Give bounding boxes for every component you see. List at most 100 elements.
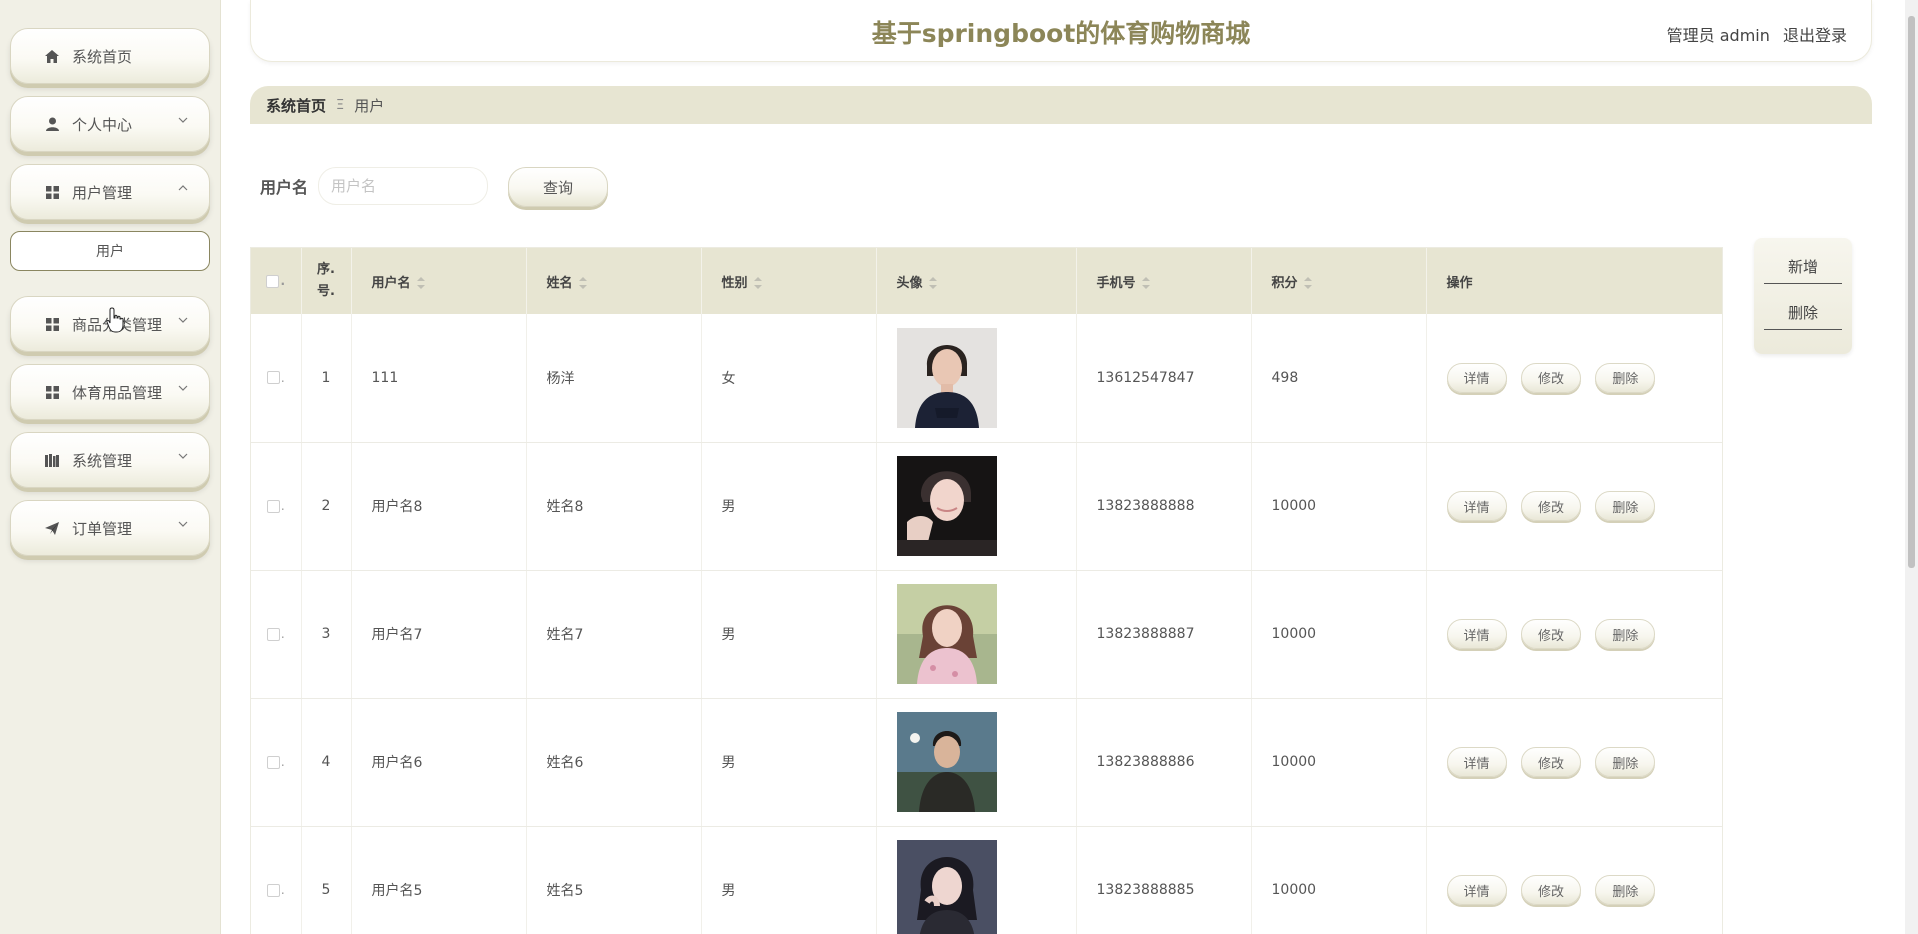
row-username: 用户名7 (351, 570, 527, 699)
row-ops-cell: 详情 修改 删除 (1426, 698, 1722, 827)
row-phone: 13612547847 (1076, 314, 1252, 443)
row-points: 498 (1251, 314, 1427, 443)
column-header-avatar[interactable]: 头像 (876, 248, 1077, 314)
chevron-down-icon (178, 385, 188, 391)
chevron-down-icon (178, 521, 188, 527)
table-row: . 3 用户名7 姓名7 男 13823888887 10000 详情 修改 删… (251, 570, 1722, 699)
row-index: 1 (301, 314, 352, 443)
sort-icon[interactable] (928, 277, 937, 289)
row-gender: 男 (701, 698, 877, 827)
row-checkbox[interactable] (266, 755, 280, 769)
row-checkbox[interactable] (266, 627, 280, 641)
column-header-gender[interactable]: 性别 (701, 248, 877, 314)
sidebar-subitem-user[interactable]: 用户 (10, 231, 210, 271)
avatar-image[interactable] (896, 327, 997, 428)
column-header-label: 用户名 (371, 275, 411, 291)
select-all-cell: . (251, 248, 302, 314)
row-avatar-cell (876, 698, 1077, 827)
row-select-cell: . (251, 314, 302, 443)
row-points: 10000 (1251, 698, 1427, 827)
delete-button[interactable]: 删除 (1595, 875, 1656, 905)
column-header-ops: 操作 (1426, 248, 1722, 314)
row-username: 用户名8 (351, 442, 527, 571)
edit-button[interactable]: 修改 (1520, 619, 1581, 649)
sidebar-item-sports-goods-management[interactable]: 体育用品管理 (10, 364, 210, 420)
row-gender: 女 (701, 314, 877, 443)
sidebar-item-personal-center[interactable]: 个人中心 (10, 96, 210, 152)
username-search-input[interactable] (318, 167, 488, 205)
sort-icon[interactable] (753, 277, 762, 289)
sort-icon[interactable] (1303, 277, 1312, 289)
sort-icon[interactable] (1141, 277, 1150, 289)
row-avatar-cell (876, 570, 1077, 699)
scrollbar-thumb[interactable] (1908, 16, 1915, 568)
sidebar-item-user-management[interactable]: 用户管理 (10, 164, 210, 220)
table-row: . 5 用户名5 姓名5 男 13823888885 10000 详情 修改 删… (251, 826, 1722, 934)
detail-button[interactable]: 详情 (1446, 747, 1507, 777)
avatar-image[interactable] (896, 584, 997, 684)
page-scrollbar[interactable] (1905, 0, 1918, 934)
breadcrumb-separator: Ξ (336, 97, 345, 113)
search-button[interactable]: 查询 (508, 167, 608, 207)
sidebar-item-order-management[interactable]: 订单管理 (10, 500, 210, 556)
delete-button[interactable]: 删除 (1595, 362, 1656, 393)
row-name: 姓名8 (526, 442, 702, 571)
action-panel: 新增 删除 (1754, 238, 1852, 354)
table-row: . 4 用户名6 姓名6 男 13823888886 10000 详情 修改 删… (251, 698, 1722, 827)
row-username: 用户名6 (351, 698, 527, 827)
row-checkbox[interactable] (266, 499, 280, 513)
edit-button[interactable]: 修改 (1520, 747, 1581, 777)
sidebar: 系统首页 个人中心 用户管理 用户 商品分类管理 体育用品管理 (0, 0, 221, 934)
breadcrumb-home[interactable]: 系统首页 (266, 95, 326, 116)
column-header-label: 序.号. (317, 262, 335, 299)
row-points: 10000 (1251, 570, 1427, 699)
detail-button[interactable]: 详情 (1446, 875, 1507, 905)
row-username: 111 (351, 314, 527, 443)
row-points: 10000 (1251, 826, 1427, 934)
row-phone: 13823888888 (1076, 442, 1252, 571)
delete-button[interactable]: 删除 (1595, 491, 1656, 521)
row-select-cell: . (251, 698, 302, 827)
edit-button[interactable]: 修改 (1520, 875, 1581, 905)
avatar-image[interactable] (896, 712, 997, 812)
breadcrumb-current: 用户 (354, 96, 385, 115)
row-ops-cell: 详情 修改 删除 (1426, 826, 1722, 934)
sidebar-item-home[interactable]: 系统首页 (10, 28, 210, 84)
admin-user-label: 管理员 admin (1666, 26, 1770, 45)
column-header-points[interactable]: 积分 (1251, 248, 1427, 314)
row-phone: 13823888887 (1076, 570, 1252, 699)
sort-icon[interactable] (578, 277, 587, 289)
row-index: 5 (301, 826, 352, 934)
row-gender: 男 (701, 570, 877, 699)
column-header-name[interactable]: 姓名 (526, 248, 702, 314)
delete-button[interactable]: 删除 (1595, 747, 1656, 777)
detail-button[interactable]: 详情 (1446, 362, 1507, 393)
edit-button[interactable]: 修改 (1520, 362, 1581, 393)
app-title: 基于springboot的体育购物商城 (871, 19, 1251, 48)
batch-delete-button[interactable]: 删除 (1764, 296, 1842, 330)
select-all-checkbox[interactable] (266, 274, 280, 288)
edit-button[interactable]: 修改 (1520, 491, 1581, 521)
home-icon (44, 48, 60, 64)
sidebar-item-label: 订单管理 (72, 519, 133, 538)
avatar-image[interactable] (896, 456, 997, 556)
add-button[interactable]: 新增 (1764, 250, 1842, 284)
row-avatar-cell (876, 442, 1077, 571)
sidebar-item-label: 用户管理 (72, 183, 133, 202)
sidebar-item-system-management[interactable]: 系统管理 (10, 432, 210, 488)
row-checkbox[interactable] (266, 371, 280, 385)
paper-plane-icon (44, 520, 60, 536)
grid-icon (44, 316, 60, 332)
column-header-phone[interactable]: 手机号 (1076, 248, 1252, 314)
row-avatar-cell (876, 826, 1077, 934)
detail-button[interactable]: 详情 (1446, 491, 1507, 521)
detail-button[interactable]: 详情 (1446, 619, 1507, 649)
logout-link[interactable]: 退出登录 (1783, 26, 1847, 45)
sort-icon[interactable] (416, 277, 425, 289)
avatar-image[interactable] (896, 840, 997, 934)
row-checkbox[interactable] (266, 883, 280, 897)
delete-button[interactable]: 删除 (1595, 619, 1656, 649)
sidebar-item-label: 系统首页 (72, 47, 133, 66)
column-header-label: 手机号 (1096, 275, 1136, 291)
column-header-username[interactable]: 用户名 (351, 248, 527, 314)
